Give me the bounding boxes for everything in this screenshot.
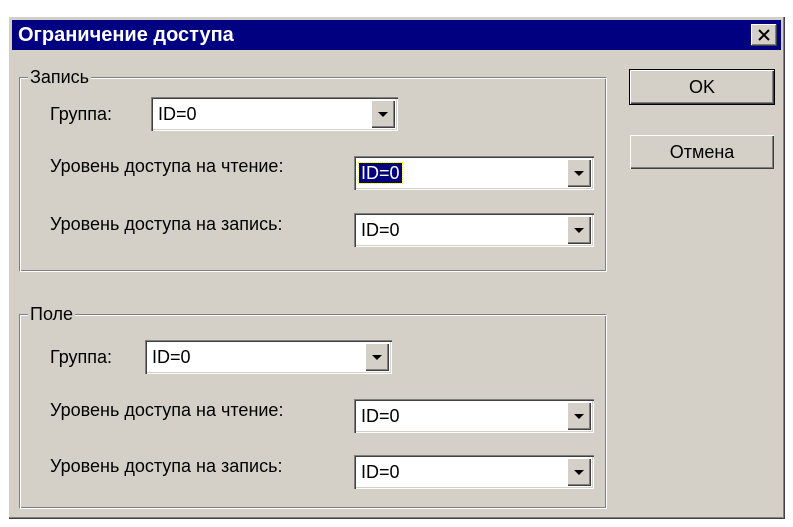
record-group-dropdown-button[interactable] [371,100,395,128]
title-bar: Ограничение доступа [12,20,781,50]
field-read-value: ID=0 [361,406,400,426]
field-group-label: Поле [28,304,76,325]
field-write-dropdown-button[interactable] [567,458,591,486]
record-group-value: ID=0 [158,104,197,124]
record-write-label: Уровень доступа на запись: [50,214,283,234]
record-read-combobox[interactable]: ID=0 [354,156,594,190]
field-write-combobox[interactable]: ID=0 [354,455,594,489]
record-read-value: ID=0 [358,162,403,184]
record-read-dropdown-button[interactable] [567,159,591,187]
field-read-dropdown-button[interactable] [567,402,591,430]
record-groupbox: Запись Группа: ID=0 Уровень доступа на ч… [19,67,607,272]
field-group-dropdown-button[interactable] [365,343,389,371]
close-icon [758,29,770,41]
chevron-down-icon [574,227,584,233]
access-restriction-dialog: Ограничение доступа Запись Группа: ID=0 … [8,16,785,519]
field-write-value: ID=0 [361,462,400,482]
chevron-down-icon [372,354,382,360]
cancel-button[interactable]: Отмена [630,135,774,169]
record-write-value: ID=0 [361,220,400,240]
record-group-combobox[interactable]: ID=0 [151,97,398,131]
record-group-label-text: Группа: [50,104,113,124]
field-group-combobox[interactable]: ID=0 [145,340,392,374]
chevron-down-icon [574,413,584,419]
field-read-label: Уровень доступа на чтение: [50,400,284,420]
field-write-label: Уровень доступа на запись: [50,456,283,476]
record-read-label: Уровень доступа на чтение: [50,156,284,176]
field-group-value: ID=0 [152,347,191,367]
field-group-label-text: Группа: [50,347,113,367]
field-read-combobox[interactable]: ID=0 [354,399,594,433]
record-group-label: Запись [28,67,92,88]
dialog-title: Ограничение доступа [18,24,234,46]
record-write-combobox[interactable]: ID=0 [354,213,594,247]
ok-button[interactable]: OK [629,69,775,105]
field-groupbox: Поле Группа: ID=0 Уровень доступа на чте… [19,304,607,509]
close-button[interactable] [751,24,777,46]
chevron-down-icon [574,170,584,176]
chevron-down-icon [574,469,584,475]
record-write-dropdown-button[interactable] [567,216,591,244]
chevron-down-icon [378,111,388,117]
